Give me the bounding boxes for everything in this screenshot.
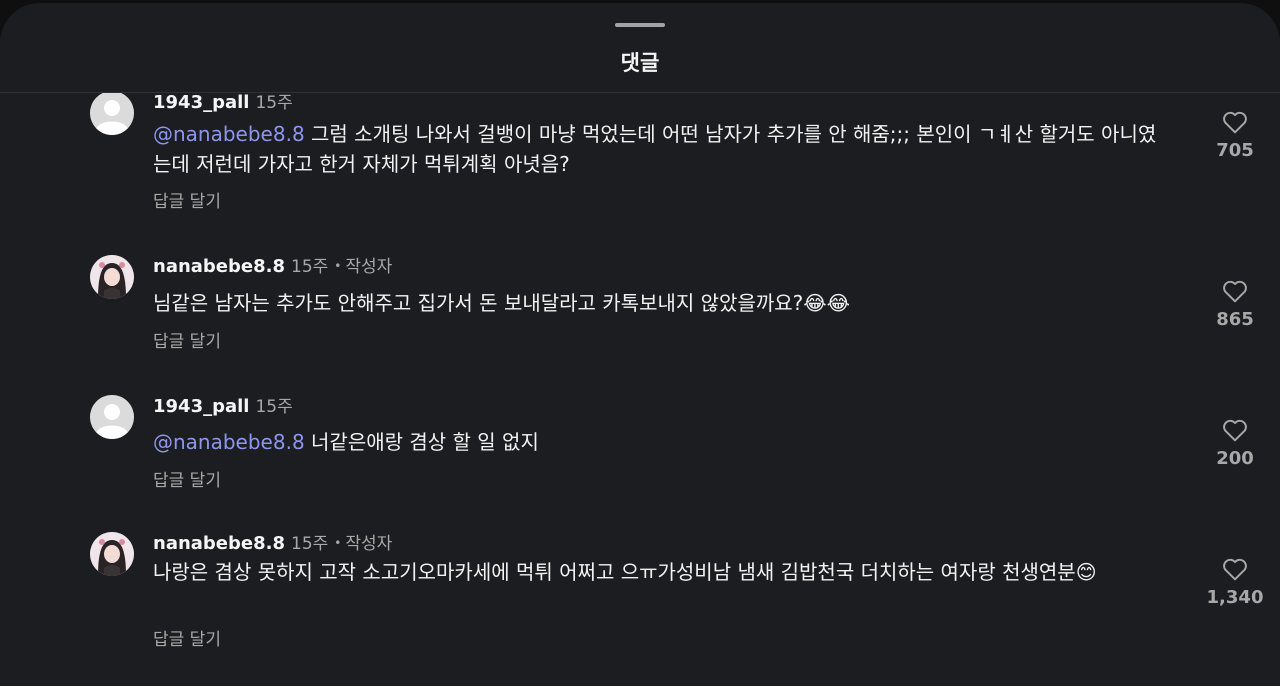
reply-button[interactable]: 답글 달기 — [153, 625, 221, 650]
avatar[interactable] — [90, 255, 134, 299]
laughing-emoji: 😂😂 — [803, 291, 851, 315]
profile-photo-icon — [90, 255, 134, 299]
comment-meta: nanabebe8.8 15주 • 작성자 — [153, 532, 392, 556]
comment-body: 님같은 남자는 추가도 안해주고 집가서 돈 보내달라고 카톡보내지 않았을까요… — [153, 291, 804, 315]
sheet-title: 댓글 — [620, 51, 660, 75]
comment-meta: 1943_pall 15주 — [153, 93, 293, 115]
reply-button[interactable]: 답글 달기 — [153, 466, 221, 491]
username[interactable]: 1943_pall — [153, 396, 249, 417]
like-count: 1,340 — [1206, 587, 1264, 608]
drag-handle[interactable] — [615, 23, 665, 27]
person-silhouette-icon — [90, 93, 134, 135]
mention-link[interactable]: @nanabebe8.8 — [153, 122, 305, 146]
timestamp: 15주 — [255, 397, 293, 417]
heart-outline-icon — [1223, 111, 1247, 134]
comment-meta: 1943_pall 15주 — [153, 395, 293, 419]
avatar[interactable] — [90, 395, 134, 439]
reply-button[interactable]: 답글 달기 — [153, 187, 221, 212]
like-button[interactable]: 865 — [1190, 279, 1280, 330]
comment-text: @nanabebe8.8 그럼 소개팅 나와서 걸뱅이 마냥 먹었는데 어떤 남… — [153, 119, 1163, 179]
person-silhouette-icon — [90, 395, 134, 439]
separator-dot: • — [334, 259, 342, 273]
like-count: 865 — [1216, 309, 1254, 330]
like-count: 200 — [1216, 448, 1254, 469]
timestamp: 15주 — [255, 93, 293, 113]
comment-text: 나랑은 겸상 못하지 고작 소고기오마카세에 먹튀 어쩌고 으ㅠ가성비남 냄새 … — [153, 557, 1163, 587]
like-count: 705 — [1216, 140, 1254, 161]
avatar[interactable] — [90, 532, 134, 576]
username[interactable]: nanabebe8.8 — [153, 533, 285, 554]
author-badge: 작성자 — [345, 257, 393, 277]
profile-photo-icon — [90, 532, 134, 576]
comments-sheet: 댓글 1943_pall 15주 @nanabebe8.8 그럼 소개팅 나와서 … — [0, 3, 1280, 686]
like-button[interactable]: 1,340 — [1190, 557, 1280, 608]
timestamp: 15주 — [291, 534, 329, 554]
reply-button[interactable]: 답글 달기 — [153, 327, 221, 352]
smiling-emoji: 😊 — [1075, 560, 1097, 584]
comment-text: 님같은 남자는 추가도 안해주고 집가서 돈 보내달라고 카톡보내지 않았을까요… — [153, 288, 1163, 318]
username[interactable]: 1943_pall — [153, 93, 249, 113]
comment-body: 너같은애랑 겸상 할 일 없지 — [304, 430, 539, 454]
heart-outline-icon — [1223, 419, 1247, 442]
heart-outline-icon — [1223, 280, 1247, 303]
username[interactable]: nanabebe8.8 — [153, 256, 285, 277]
comment-body: 나랑은 겸상 못하지 고작 소고기오마카세에 먹튀 어쩌고 으ㅠ가성비남 냄새 … — [153, 560, 1076, 584]
comment-meta: nanabebe8.8 15주 • 작성자 — [153, 255, 392, 279]
separator-dot: • — [334, 536, 342, 550]
mention-link[interactable]: @nanabebe8.8 — [153, 430, 305, 454]
author-badge: 작성자 — [345, 534, 393, 554]
comment-text: @nanabebe8.8 너같은애랑 겸상 할 일 없지 — [153, 427, 1163, 457]
avatar[interactable] — [90, 93, 134, 135]
comment-list[interactable]: 1943_pall 15주 @nanabebe8.8 그럼 소개팅 나와서 걸뱅이… — [0, 93, 1280, 686]
heart-outline-icon — [1223, 558, 1247, 581]
like-button[interactable]: 705 — [1190, 110, 1280, 161]
like-button[interactable]: 200 — [1190, 418, 1280, 469]
timestamp: 15주 — [291, 257, 329, 277]
